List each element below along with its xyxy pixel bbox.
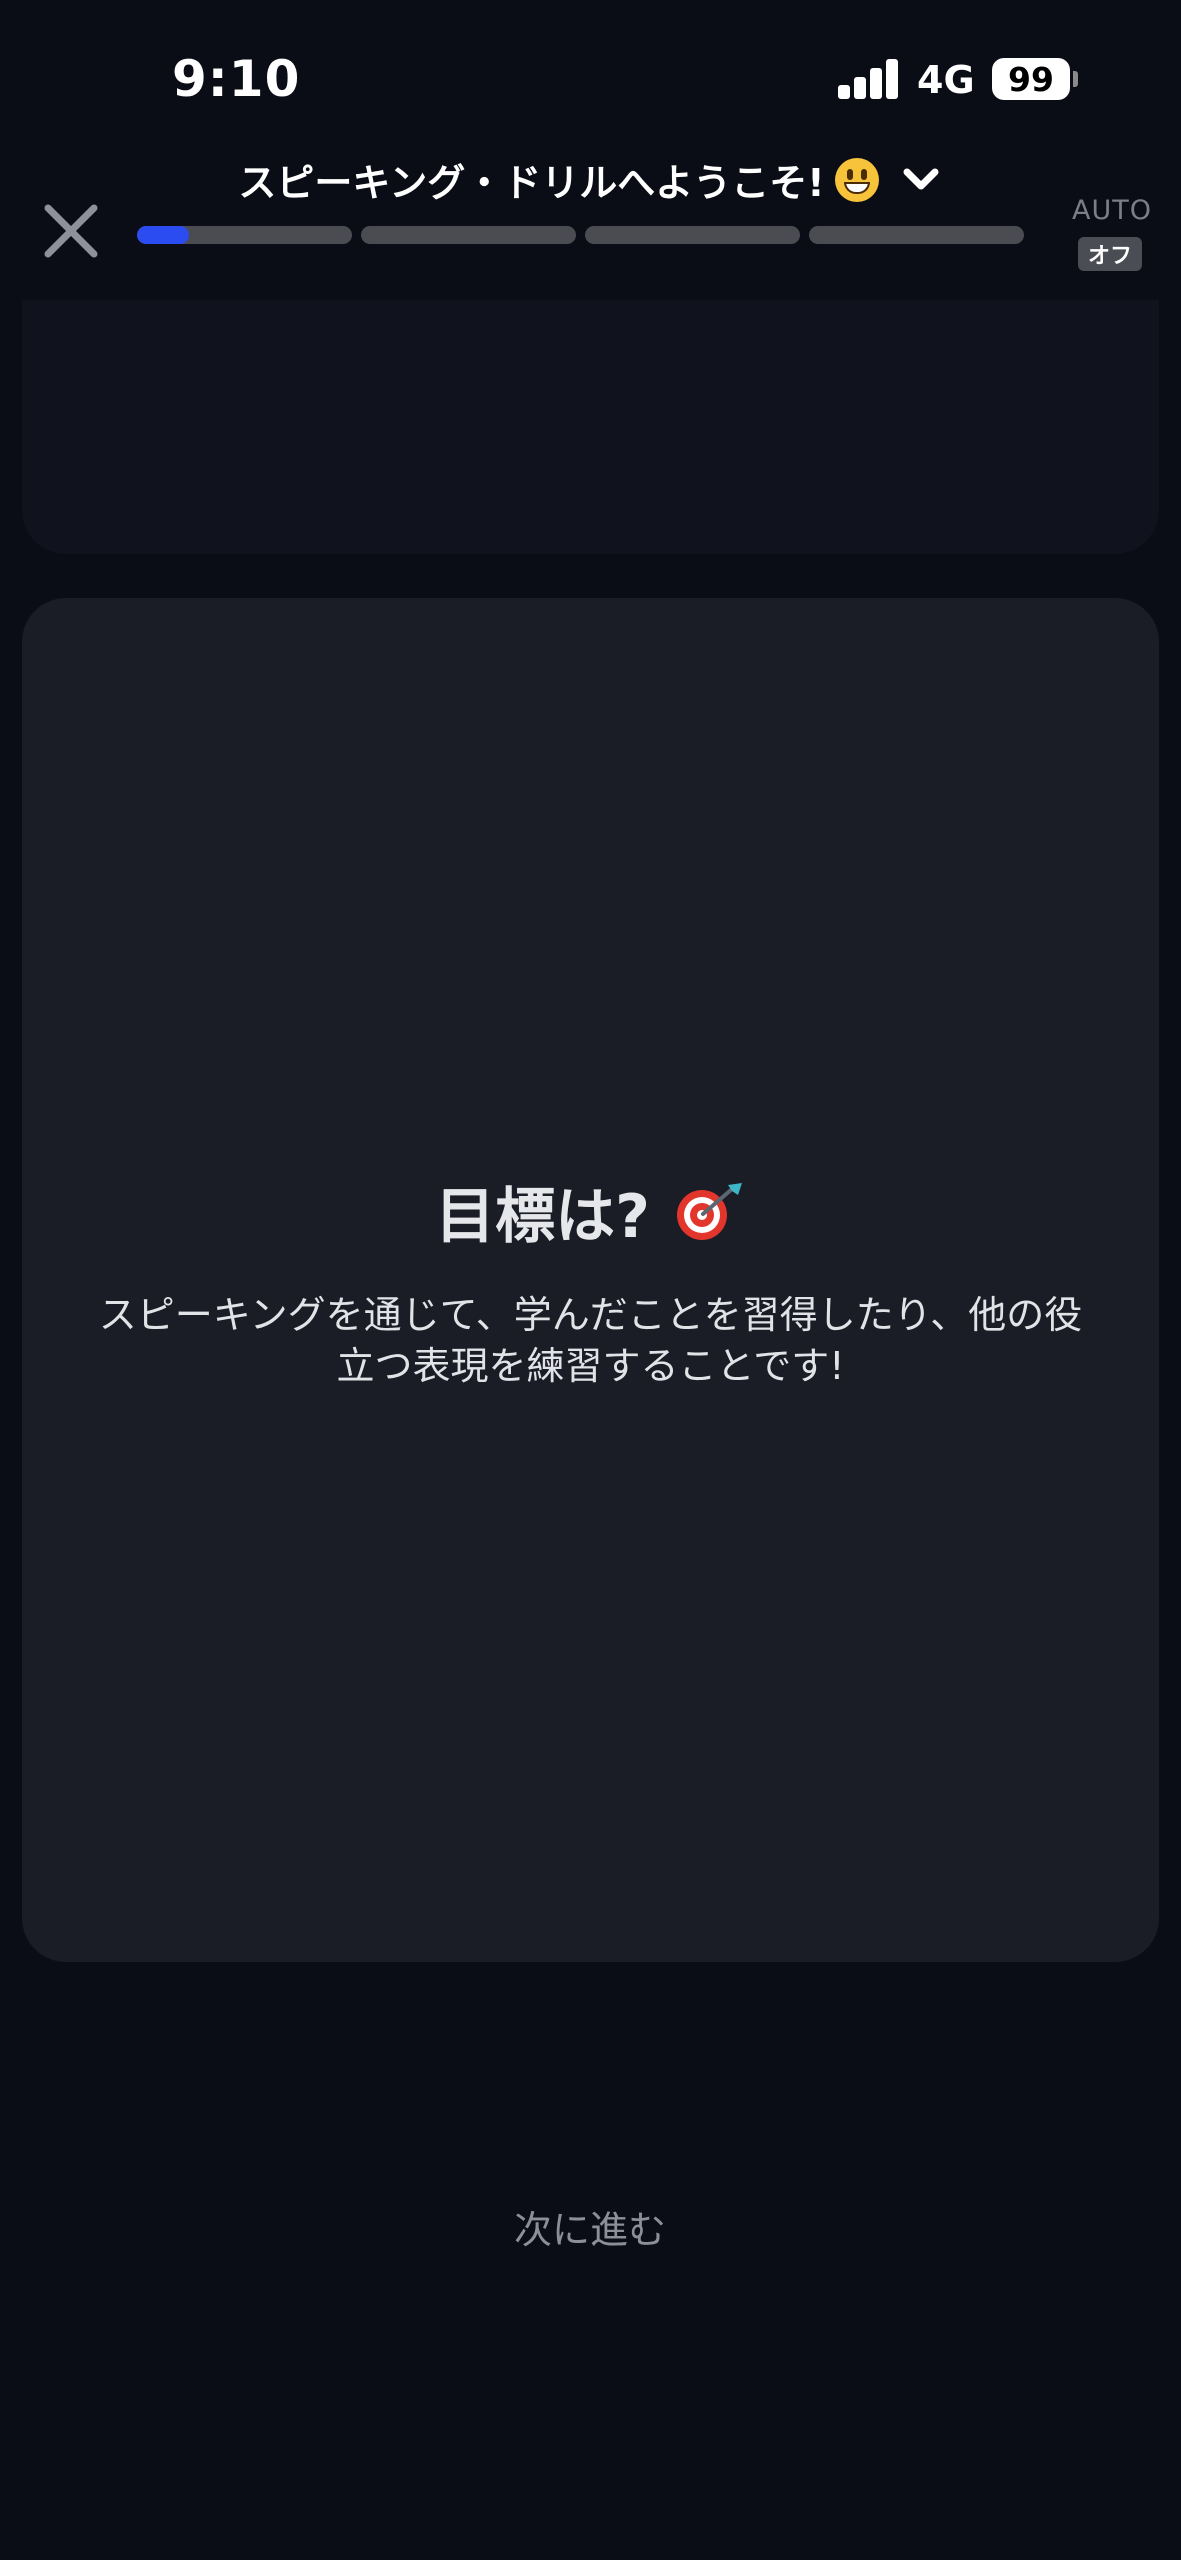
lesson-title: スピーキング・ドリルへようこそ!: [238, 161, 825, 205]
dart-target-icon: [676, 1182, 742, 1240]
auto-play-toggle[interactable]: オフ: [1078, 237, 1142, 271]
progress-segment: [137, 226, 352, 244]
card-heading-text: 目標は?: [435, 1182, 650, 1252]
next-button[interactable]: 次に進む: [390, 2196, 790, 2256]
status-time: 9:10: [172, 50, 301, 108]
progress-segment: [361, 226, 576, 244]
lesson-title-dropdown[interactable]: スピーキング・ドリルへようこそ!: [0, 152, 1181, 207]
battery-icon: 99: [992, 58, 1070, 100]
previous-card: [22, 300, 1159, 554]
auto-play-label: AUTO: [1072, 195, 1152, 226]
battery-tip: [1073, 71, 1078, 87]
battery-level: 99: [1008, 59, 1054, 99]
status-bar: 9:10 4G 99: [0, 0, 1181, 150]
network-type: 4G: [917, 58, 975, 102]
content-card: 目標は? スピーキングを通じて、学んだことを習得したり、他の役立つ表現を練習する…: [22, 598, 1159, 1962]
card-body-text: スピーキングを通じて、学んだことを習得したり、他の役立つ表現を練習することです!: [98, 1293, 1083, 1388]
progress-segment: [809, 226, 1024, 244]
progress-segment: [585, 226, 800, 244]
signal-strength-icon: [838, 59, 898, 99]
lesson-header: スピーキング・ドリルへようこそ! AUTO オフ: [0, 140, 1181, 300]
close-icon[interactable]: [42, 202, 100, 260]
screen: 9:10 4G 99 スピーキング・ドリルへようこそ! AUTO オフ 目標は?…: [0, 0, 1181, 2560]
card-heading: 目標は?: [22, 1168, 1159, 1255]
smiley-face-icon: [834, 157, 879, 202]
chevron-down-icon: [903, 168, 939, 189]
lesson-progress-bar: [137, 226, 1024, 244]
